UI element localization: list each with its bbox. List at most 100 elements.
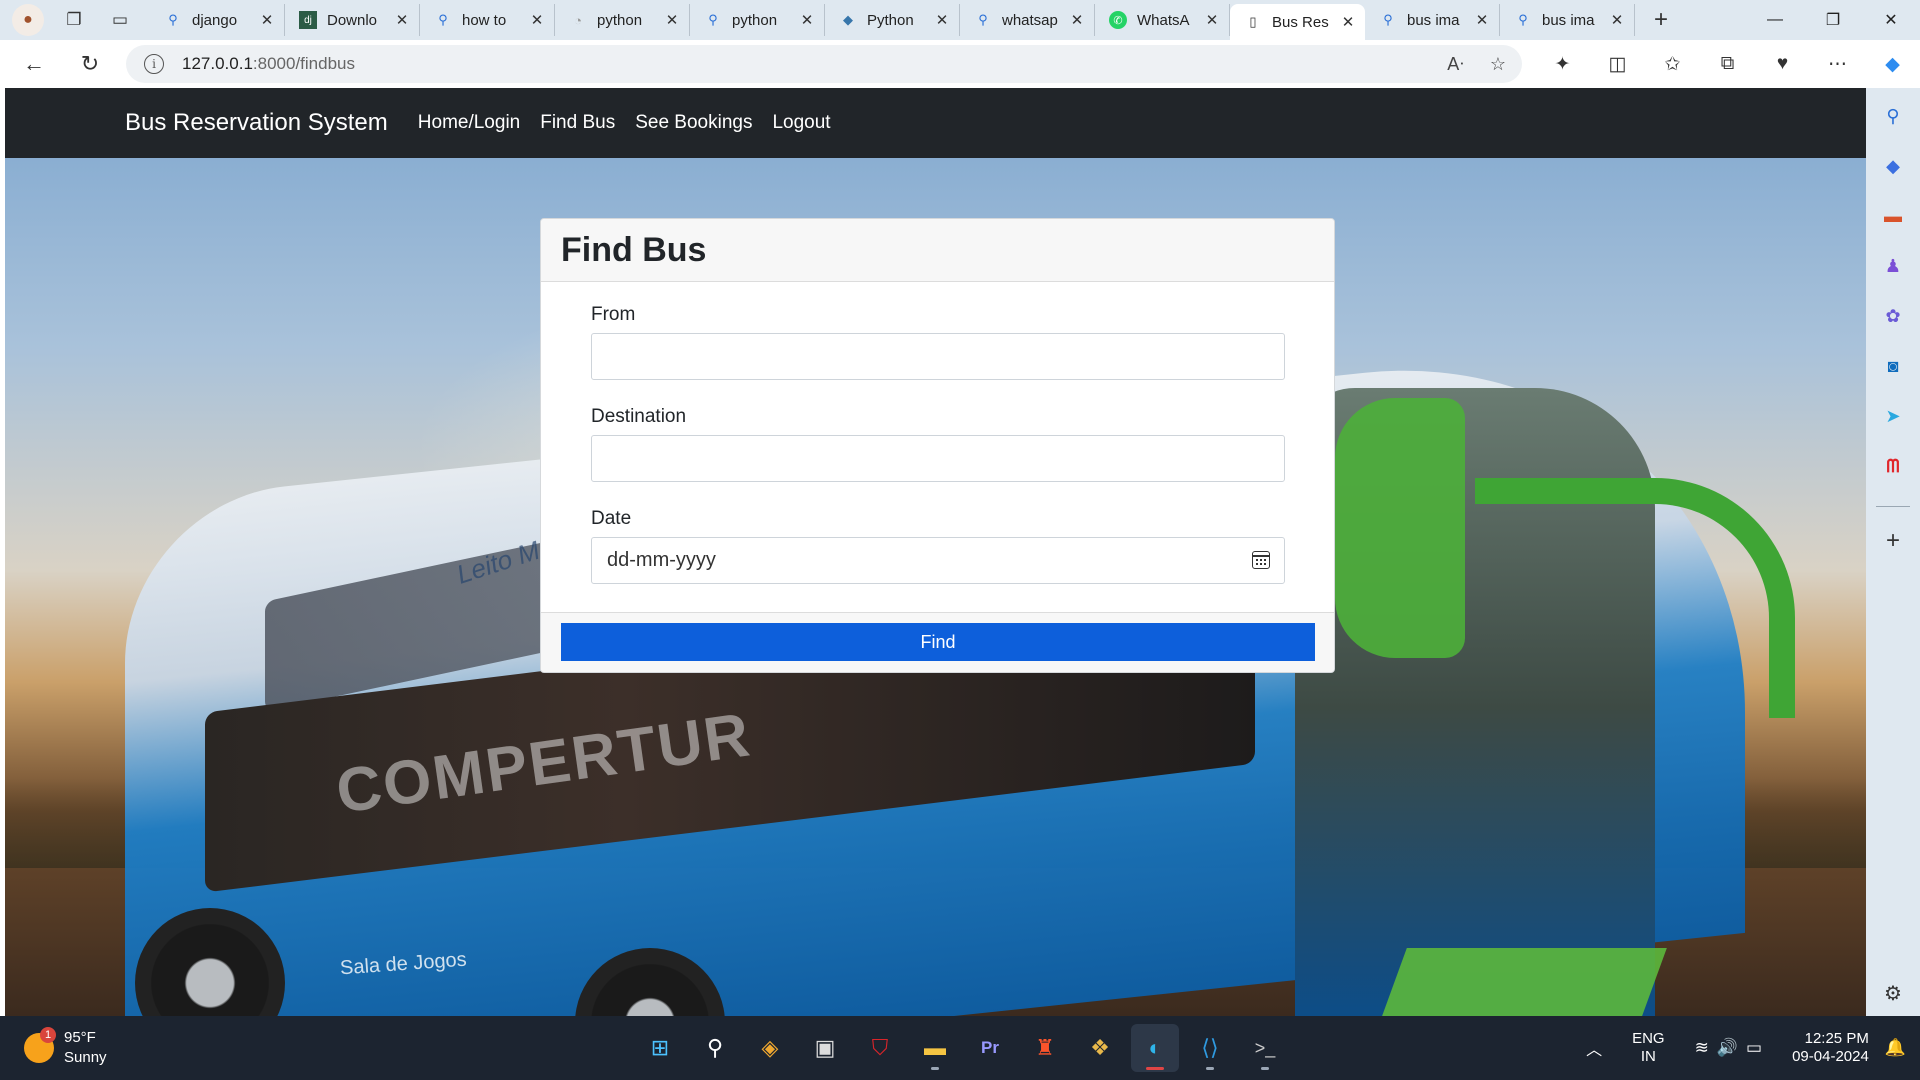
tab-python-3[interactable]: ◆ Python ✕ [825, 4, 960, 36]
tab-django[interactable]: ⚲ django ✕ [150, 4, 285, 36]
search-icon: ⚲ [168, 12, 178, 27]
tab-how-to[interactable]: ⚲ how to ✕ [420, 4, 555, 36]
collections-icon[interactable]: ⧉ [1700, 53, 1755, 75]
tab-whatsapp-search[interactable]: ⚲ whatsap ✕ [960, 4, 1095, 36]
window-controls: — ❐ ✕ [1746, 0, 1920, 40]
tab-python-1[interactable]: ◔ python ✕ [555, 4, 690, 36]
notifications-bell-icon[interactable]: 🔔 [1885, 1038, 1906, 1058]
show-hidden-icons-chevron-icon[interactable]: ︿ [1586, 1036, 1602, 1060]
taskbar-search-icon[interactable]: ⚲ [691, 1024, 739, 1072]
tab-title: Python [867, 11, 914, 29]
close-tab-icon[interactable]: ✕ [528, 11, 546, 29]
profile-avatar-icon[interactable]: ● [12, 4, 44, 36]
search-icon: ⚲ [438, 12, 448, 27]
weather-widget[interactable]: 1 95°F Sunny [24, 1027, 107, 1068]
card-header: Find Bus [541, 219, 1334, 282]
find-button[interactable]: Find [561, 623, 1315, 661]
terminal-icon[interactable]: >_ [1241, 1024, 1289, 1072]
tools-toolbox-icon[interactable]: ▬ [1877, 200, 1909, 232]
tab-title: python [732, 11, 778, 29]
system-tray: ︿ ENG IN ≋🔊▭ 12:25 PM 09-04-2024 🔔 [1586, 1016, 1920, 1080]
start-windows-icon[interactable]: ⊞ [636, 1024, 684, 1072]
new-tab-button[interactable]: + [1643, 4, 1679, 36]
close-tab-icon[interactable]: ✕ [1608, 11, 1626, 29]
clock[interactable]: 12:25 PM 09-04-2024 [1792, 1030, 1869, 1066]
edge-browser-icon[interactable]: ◐ [1131, 1024, 1179, 1072]
close-tab-icon[interactable]: ✕ [1339, 13, 1357, 31]
running-indicator [1261, 1067, 1269, 1070]
davinci-resolve-icon[interactable]: ❖ [1076, 1024, 1124, 1072]
split-screen-icon[interactable]: ◫ [1590, 53, 1645, 76]
network-volume-battery-icons[interactable]: ≋🔊▭ [1695, 1038, 1770, 1058]
from-label: From [591, 304, 636, 325]
workspaces-icon[interactable]: ❐ [58, 4, 90, 36]
close-tab-icon[interactable]: ✕ [933, 11, 951, 29]
search-icon[interactable]: ⚲ [1877, 100, 1909, 132]
tab-title: bus ima [1542, 11, 1595, 29]
close-tab-icon[interactable]: ✕ [1473, 11, 1491, 29]
mcafee-icon[interactable]: ⛉ [856, 1024, 904, 1072]
favorites-icon[interactable]: ✩ [1645, 53, 1700, 76]
browser-essentials-icon[interactable]: ♥ [1755, 53, 1810, 75]
close-tab-icon[interactable]: ✕ [1068, 11, 1086, 29]
date-input[interactable]: dd-mm-yyyy [591, 537, 1285, 584]
games-icon[interactable]: ♟ [1877, 250, 1909, 282]
close-tab-icon[interactable]: ✕ [798, 11, 816, 29]
running-indicator [931, 1067, 939, 1070]
language-indicator[interactable]: ENG IN [1632, 1030, 1665, 1066]
site-navbar: Bus Reservation System Home/Login Find B… [5, 88, 1866, 158]
calendar-icon[interactable] [1252, 551, 1270, 569]
restore-icon[interactable]: ❐ [1804, 0, 1862, 40]
destination-input[interactable] [591, 435, 1285, 482]
copilot-taskbar-icon[interactable]: ◈ [746, 1024, 794, 1072]
minimize-icon[interactable]: — [1746, 0, 1804, 40]
language-line2: IN [1640, 1048, 1656, 1065]
tab-bus-image-2[interactable]: ⚲ bus ima ✕ [1500, 4, 1635, 36]
url-field[interactable]: i 127.0.0.1:8000/findbus Aᐧ ☆ [126, 45, 1522, 83]
tab-bus-reservation[interactable]: ▯ Bus Res ✕ [1230, 4, 1365, 40]
site-info-icon[interactable]: i [144, 54, 164, 74]
close-window-icon[interactable]: ✕ [1862, 0, 1920, 40]
favorite-star-icon[interactable]: ☆ [1490, 54, 1506, 75]
nav-home-login[interactable]: Home/Login [418, 112, 520, 134]
weather-text: 95°F Sunny [64, 1028, 107, 1068]
sidebar-settings-gear-icon[interactable]: ⚙ [1884, 981, 1902, 1006]
close-tab-icon[interactable]: ✕ [663, 11, 681, 29]
weather-temperature: 95°F [64, 1029, 96, 1046]
m-app-icon[interactable]: ᗰ [1877, 450, 1909, 482]
clock-date: 09-04-2024 [1792, 1048, 1869, 1065]
vscode-icon[interactable]: ⟨⟩ [1186, 1024, 1234, 1072]
tab-whatsapp[interactable]: ✆ WhatsA ✕ [1095, 4, 1230, 36]
search-icon: ⚲ [1383, 12, 1393, 27]
send-icon[interactable]: ➤ [1877, 400, 1909, 432]
close-tab-icon[interactable]: ✕ [1203, 11, 1221, 29]
refresh-button[interactable]: ↻ [70, 44, 110, 84]
tab-download[interactable]: dj Downlo ✕ [285, 4, 420, 36]
copilot-icon[interactable]: ◆ [1865, 53, 1920, 76]
language-line1: ENG [1632, 1030, 1665, 1047]
back-button[interactable]: ← [14, 44, 54, 84]
premiere-pro-icon[interactable]: Pr [966, 1024, 1014, 1072]
tab-actions-icon[interactable]: ▭ [104, 4, 136, 36]
from-input[interactable] [591, 333, 1285, 380]
task-view-icon[interactable]: ▣ [801, 1024, 849, 1072]
tab-python-2[interactable]: ⚲ python ✕ [690, 4, 825, 36]
tab-bus-image-1[interactable]: ⚲ bus ima ✕ [1365, 4, 1500, 36]
close-tab-icon[interactable]: ✕ [393, 11, 411, 29]
add-sidebar-app-icon[interactable]: + [1877, 525, 1909, 557]
page-title: Find Bus [561, 230, 707, 269]
shopping-tag-icon[interactable]: ◆ [1877, 150, 1909, 182]
close-tab-icon[interactable]: ✕ [258, 11, 276, 29]
site-brand[interactable]: Bus Reservation System [125, 109, 388, 137]
file-explorer-icon[interactable]: ▬ [911, 1024, 959, 1072]
read-aloud-icon[interactable]: Aᐧ [1447, 54, 1464, 75]
brave-browser-icon[interactable]: ♜ [1021, 1024, 1069, 1072]
nav-find-bus[interactable]: Find Bus [540, 112, 615, 134]
outlook-icon[interactable]: ◙ [1877, 350, 1909, 382]
copilot-sidebar-icon[interactable]: ✿ [1877, 300, 1909, 332]
more-options-icon[interactable]: ⋯ [1810, 53, 1865, 76]
nav-see-bookings[interactable]: See Bookings [635, 112, 752, 134]
destination-label: Destination [591, 406, 687, 427]
extensions-icon[interactable]: ✦ [1535, 53, 1590, 76]
nav-logout[interactable]: Logout [772, 112, 830, 134]
